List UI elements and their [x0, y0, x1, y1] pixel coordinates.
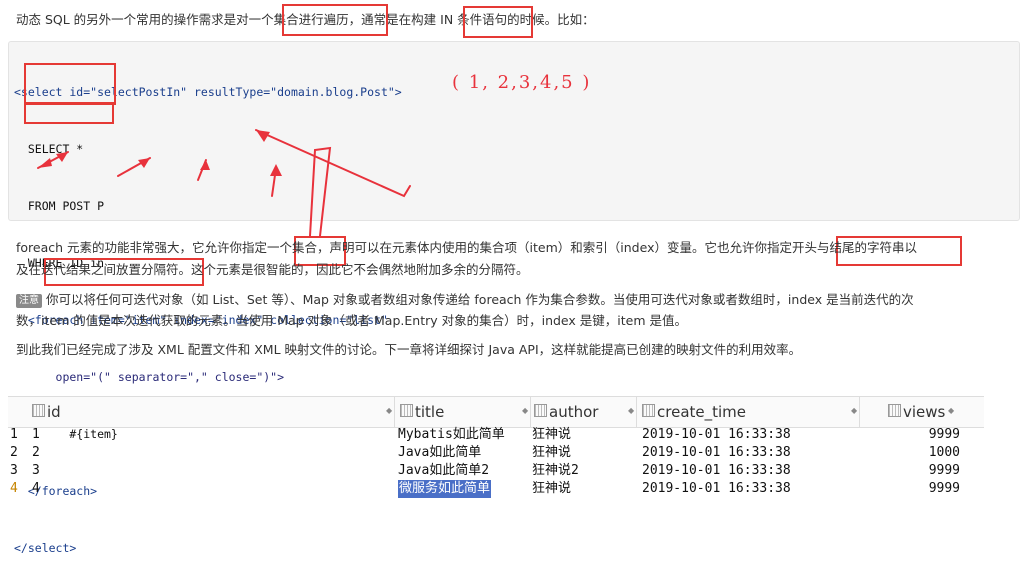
para-note-line-2: 数，item 的值是本次迭代获取的元素。当使用 Map 对象（或者 Map.En… — [16, 313, 687, 328]
column-icon — [642, 404, 655, 417]
column-icon — [534, 404, 547, 417]
column-divider[interactable] — [636, 397, 637, 427]
cell-author[interactable]: 狂神说 — [532, 444, 571, 462]
table-header: id ◆ title ◆ author ◆ create_time ◆ view… — [8, 396, 984, 428]
table-row[interactable]: 1 1 Mybatis如此简单 狂神说 2019-10-01 16:33:38 … — [8, 426, 984, 444]
para-conclusion: 到此我们已经完成了涉及 XML 配置文件和 XML 映射文件的讨论。下一章将详细… — [16, 342, 802, 357]
sort-icon[interactable]: ◆ — [628, 406, 634, 415]
cell-author[interactable]: 狂神说 — [532, 426, 571, 444]
cell-views[interactable]: 9999 — [929, 462, 960, 480]
cell-title-selected[interactable]: 微服务如此简单 — [398, 480, 492, 498]
cell-views[interactable]: 9999 — [929, 480, 960, 498]
table-row[interactable]: 3 3 Java如此简单2 狂神说2 2019-10-01 16:33:38 9… — [8, 462, 984, 480]
column-icon — [32, 404, 45, 417]
cell-views[interactable]: 1000 — [929, 444, 960, 462]
row-number: 4 — [10, 481, 18, 496]
sort-icon[interactable]: ◆ — [386, 406, 392, 415]
column-divider[interactable] — [394, 397, 395, 427]
column-header-author[interactable]: author — [534, 403, 598, 421]
cell-title[interactable]: Java如此简单2 — [398, 462, 489, 480]
cell-id[interactable]: 4 — [32, 480, 40, 498]
cell-author[interactable]: 狂神说2 — [532, 462, 579, 480]
column-icon — [400, 404, 413, 417]
cell-create-time[interactable]: 2019-10-01 16:33:38 — [642, 444, 791, 462]
cell-id[interactable]: 3 — [32, 462, 40, 480]
column-header-title[interactable]: title — [400, 403, 444, 421]
code-line-9: </select> — [14, 541, 77, 555]
cell-id[interactable]: 2 — [32, 444, 40, 462]
cell-title[interactable]: Java如此简单 — [398, 444, 481, 462]
row-number: 2 — [10, 445, 18, 460]
note-text-1: 你可以将任何可迭代对象（如 List、Set 等）、Map 对象或者数组对象传递… — [46, 292, 914, 307]
para-note-line-1: 注意 你可以将任何可迭代对象（如 List、Set 等）、Map 对象或者数组对象… — [16, 290, 914, 310]
cell-create-time[interactable]: 2019-10-01 16:33:38 — [642, 462, 791, 480]
column-header-id[interactable]: id — [32, 403, 61, 421]
row-number: 1 — [10, 427, 18, 442]
note-badge: 注意 — [16, 294, 42, 308]
para-foreach-line-1: foreach 元素的功能非常强大，它允许你指定一个集合，声明可以在元素体内使用… — [16, 240, 917, 255]
cell-author[interactable]: 狂神说 — [532, 480, 571, 498]
sort-icon[interactable]: ◆ — [948, 406, 954, 415]
cell-create-time[interactable]: 2019-10-01 16:33:38 — [642, 480, 791, 498]
row-number: 3 — [10, 463, 18, 478]
arrow-collection-line — [255, 129, 411, 198]
table-row[interactable]: 2 2 Java如此简单 狂神说 2019-10-01 16:33:38 100… — [8, 444, 984, 462]
cell-title[interactable]: Mybatis如此简单 — [398, 426, 505, 444]
table-row-selected[interactable]: 4 4 微服务如此简单 狂神说 2019-10-01 16:33:38 9999 — [8, 480, 984, 498]
column-header-create-time[interactable]: create_time — [642, 403, 746, 421]
sort-icon[interactable]: ◆ — [851, 406, 857, 415]
cell-views[interactable]: 9999 — [929, 426, 960, 444]
column-divider[interactable] — [859, 397, 860, 427]
para-foreach-line-2: 及在迭代结果之间放置分隔符。这个元素是很智能的，因此它不会偶然地附加多余的分隔符… — [16, 262, 529, 277]
cell-id[interactable]: 1 — [32, 426, 40, 444]
column-icon — [888, 404, 901, 417]
cell-create-time[interactable]: 2019-10-01 16:33:38 — [642, 426, 791, 444]
column-header-views[interactable]: views — [888, 403, 945, 421]
sort-icon[interactable]: ◆ — [522, 406, 528, 415]
code-line-6: open="(" separator="," close=")"> — [14, 370, 285, 384]
column-divider[interactable] — [530, 397, 531, 427]
